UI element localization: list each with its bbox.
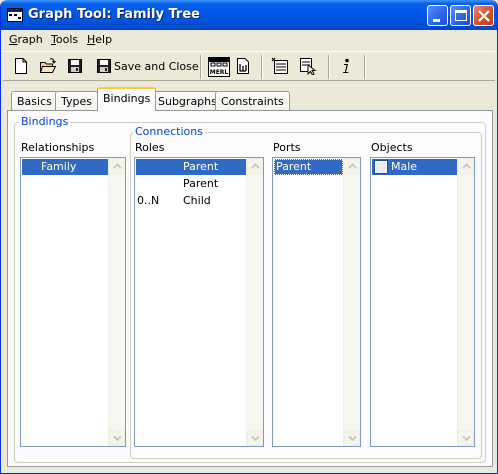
chevron-down-icon xyxy=(113,435,122,442)
toolbar-separator xyxy=(364,55,366,79)
checkbox-icon[interactable] xyxy=(374,160,389,174)
object-item-male[interactable]: Male xyxy=(372,159,457,175)
relationships-header: Relationships xyxy=(21,141,95,154)
toolbar-separator xyxy=(261,55,263,79)
tab-subgraphs[interactable]: Subgraphs xyxy=(152,91,223,110)
objects-list[interactable]: Male xyxy=(370,157,475,447)
relationships-list[interactable]: Family xyxy=(20,157,126,447)
port-item-label: Parent xyxy=(276,160,312,173)
role-item[interactable]: Parent xyxy=(136,176,246,192)
roles-header: Roles xyxy=(135,141,165,154)
save-icon xyxy=(68,59,82,73)
role-name: Child xyxy=(183,194,211,207)
role-item[interactable]: 0..N Child xyxy=(136,193,246,209)
close-button[interactable] xyxy=(473,5,494,26)
object-item-label: Male xyxy=(391,160,418,173)
graph-tool-window: Graph Tool: Family Tree Graph Tools Help xyxy=(0,0,498,474)
chevron-up-icon xyxy=(348,163,357,169)
ports-list[interactable]: Parent xyxy=(272,157,361,447)
report-button[interactable] xyxy=(235,57,251,77)
connections-group-label: Connections xyxy=(133,125,205,138)
open-icon xyxy=(39,58,57,73)
menu-graph-label: raph xyxy=(17,33,43,46)
properties-button[interactable] xyxy=(271,57,289,77)
scroll-up-button[interactable] xyxy=(109,158,125,174)
scroll-up-button[interactable] xyxy=(458,158,474,174)
relationship-item-label: Family xyxy=(41,160,77,173)
save-and-close-label: Save and Close xyxy=(114,60,199,73)
tab-bindings[interactable]: Bindings xyxy=(97,87,157,111)
select-icon xyxy=(300,58,317,75)
minimize-icon xyxy=(433,19,440,22)
save-close-icon xyxy=(97,59,111,73)
ports-scrollbar[interactable] xyxy=(343,158,360,446)
info-button[interactable] xyxy=(339,57,353,77)
role-cardinality: 0..N xyxy=(137,194,160,207)
scroll-down-button[interactable] xyxy=(109,430,125,446)
properties-icon xyxy=(271,57,288,74)
role-item[interactable]: Parent xyxy=(136,159,246,175)
merl-button[interactable]: MERL xyxy=(208,57,230,77)
menu-help[interactable]: Help xyxy=(87,33,112,46)
tab-types-label: Types xyxy=(61,95,92,108)
menu-bar: Graph Tools Help xyxy=(1,30,497,50)
chevron-down-icon xyxy=(348,435,357,442)
menu-graph[interactable]: Graph xyxy=(9,33,43,46)
scroll-up-button[interactable] xyxy=(247,158,263,174)
title-bar[interactable]: Graph Tool: Family Tree xyxy=(1,0,497,30)
info-icon xyxy=(343,58,349,73)
tab-constraints[interactable]: Constraints xyxy=(215,91,290,110)
chevron-down-icon xyxy=(462,435,471,442)
close-icon xyxy=(478,10,490,22)
new-button[interactable] xyxy=(13,57,29,77)
app-icon xyxy=(7,8,23,22)
chevron-up-icon xyxy=(251,163,260,169)
new-icon xyxy=(15,58,27,74)
save-and-close-button[interactable]: Save and Close xyxy=(96,57,199,77)
menu-tools-label: ools xyxy=(55,33,79,46)
report-icon xyxy=(237,58,249,74)
tab-basics[interactable]: Basics xyxy=(11,91,58,110)
merl-icon: MERL xyxy=(208,57,230,77)
tab-bindings-label: Bindings xyxy=(103,92,151,105)
scroll-down-button[interactable] xyxy=(247,430,263,446)
menu-graph-accel: G xyxy=(9,33,18,46)
chevron-down-icon xyxy=(251,435,260,442)
chevron-up-icon xyxy=(462,163,471,169)
tab-subgraphs-label: Subgraphs xyxy=(158,95,217,108)
role-name: Parent xyxy=(183,160,219,173)
select-button[interactable] xyxy=(299,57,317,77)
scroll-up-button[interactable] xyxy=(344,158,360,174)
roles-scrollbar[interactable] xyxy=(246,158,263,446)
svg-text:MERL: MERL xyxy=(210,69,229,76)
tab-constraints-label: Constraints xyxy=(221,95,284,108)
tab-basics-label: Basics xyxy=(17,95,52,108)
role-name: Parent xyxy=(183,177,219,190)
minimize-button[interactable] xyxy=(427,5,448,26)
relationship-item-family[interactable]: Family xyxy=(22,159,108,175)
chevron-up-icon xyxy=(113,163,122,169)
maximize-icon xyxy=(455,10,467,21)
maximize-button[interactable] xyxy=(450,5,471,26)
toolbar: Save and Close MERL xyxy=(3,51,495,81)
scroll-down-button[interactable] xyxy=(344,430,360,446)
toolbar-separator xyxy=(328,55,330,79)
save-button[interactable] xyxy=(67,57,83,77)
objects-scrollbar[interactable] xyxy=(457,158,474,446)
ports-header: Ports xyxy=(273,141,301,154)
objects-header: Objects xyxy=(371,141,413,154)
relationships-scrollbar[interactable] xyxy=(108,158,125,446)
scroll-down-button[interactable] xyxy=(458,430,474,446)
bindings-tab-panel: Bindings Connections Relationships Famil… xyxy=(7,110,493,467)
window-title: Graph Tool: Family Tree xyxy=(28,7,200,22)
port-item-parent[interactable]: Parent xyxy=(274,159,343,175)
menu-tools[interactable]: Tools xyxy=(51,33,78,46)
bindings-group-label: Bindings xyxy=(19,115,71,128)
tab-types[interactable]: Types xyxy=(55,91,98,110)
roles-list[interactable]: Parent Parent 0..N Child xyxy=(134,157,264,447)
open-button[interactable] xyxy=(39,57,57,77)
toolbar-separator xyxy=(200,55,202,79)
menu-help-label: elp xyxy=(95,33,113,46)
